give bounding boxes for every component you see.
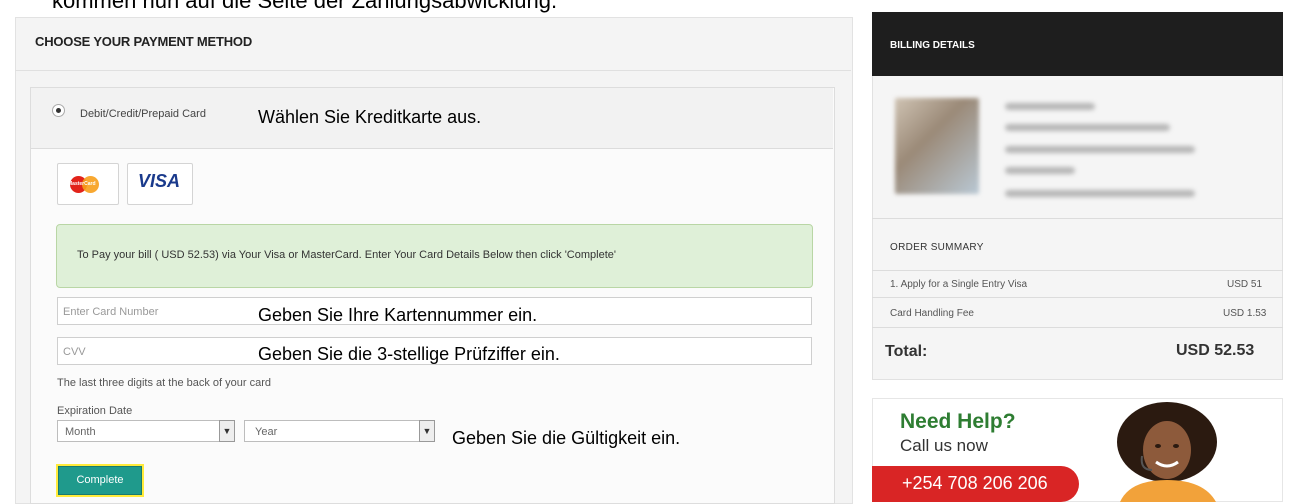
- order-summary-title: ORDER SUMMARY: [890, 242, 984, 253]
- callout-cvv: Geben Sie die 3-stellige Prüfziffer ein.: [258, 344, 560, 364]
- divider: [872, 270, 1283, 271]
- card-radio-button[interactable]: [52, 104, 65, 117]
- cvv-help-text: The last three digits at the back of you…: [57, 377, 272, 389]
- billing-title: BILLING DETAILS: [890, 40, 975, 51]
- blurred-detail-line: [1005, 103, 1095, 110]
- mastercard-logo: MasterCard: [57, 163, 119, 205]
- year-dropdown-icon[interactable]: ▼: [419, 420, 435, 442]
- mastercard-wordmark: MasterCard: [68, 181, 96, 187]
- callout-select-card: Wählen Sie Kreditkarte aus.: [258, 107, 482, 127]
- blurred-detail-line: [1005, 124, 1170, 131]
- divider: [15, 70, 851, 71]
- order-item-label: 1. Apply for a Single Entry Visa: [890, 279, 1028, 290]
- payment-method-heading: CHOOSE YOUR PAYMENT METHOD: [35, 34, 253, 49]
- order-item-amount: USD 1.53: [1223, 308, 1267, 319]
- order-item-amount: USD 51: [1227, 279, 1263, 290]
- complete-button[interactable]: Complete: [58, 466, 142, 495]
- support-agent-image: [1117, 402, 1217, 502]
- divider: [872, 297, 1283, 298]
- complete-button-highlight: Complete: [56, 464, 144, 497]
- blurred-detail-line: [1005, 167, 1075, 174]
- blurred-detail-line: [1005, 190, 1195, 197]
- divider: [872, 327, 1283, 328]
- callout-card-number: Geben Sie Ihre Kartennummer ein.: [258, 305, 538, 325]
- need-help-title: Need Help?: [900, 410, 1016, 433]
- user-photo-blurred: [895, 98, 979, 194]
- card-option-label[interactable]: Debit/Credit/Prepaid Card: [80, 108, 206, 120]
- payment-info-text: To Pay your bill ( USD 52.53) via Your V…: [77, 249, 616, 261]
- blurred-detail-line: [1005, 146, 1195, 153]
- expiration-date-label: Expiration Date: [57, 405, 133, 417]
- card-number-placeholder: Enter Card Number: [63, 306, 159, 318]
- divider: [872, 218, 1283, 219]
- phone-number[interactable]: +254 708 206 206: [902, 473, 1048, 494]
- month-dropdown-icon[interactable]: ▼: [219, 420, 235, 442]
- top-caption: kommen nun auf die Seite der Zahlungsabw…: [52, 0, 558, 13]
- month-select[interactable]: Month: [57, 420, 235, 442]
- year-select-value: Year: [255, 426, 278, 438]
- visa-logo: VISA: [138, 171, 181, 191]
- callout-expiry: Geben Sie die Gültigkeit ein.: [452, 428, 681, 448]
- call-us-text: Call us now: [900, 436, 988, 455]
- month-select-value: Month: [65, 426, 96, 438]
- year-select[interactable]: Year: [244, 420, 435, 442]
- cvv-placeholder: CVV: [63, 346, 86, 358]
- order-item-label: Card Handling Fee: [890, 308, 974, 319]
- total-value: USD 52.53: [1176, 342, 1255, 359]
- total-label: Total:: [885, 343, 928, 360]
